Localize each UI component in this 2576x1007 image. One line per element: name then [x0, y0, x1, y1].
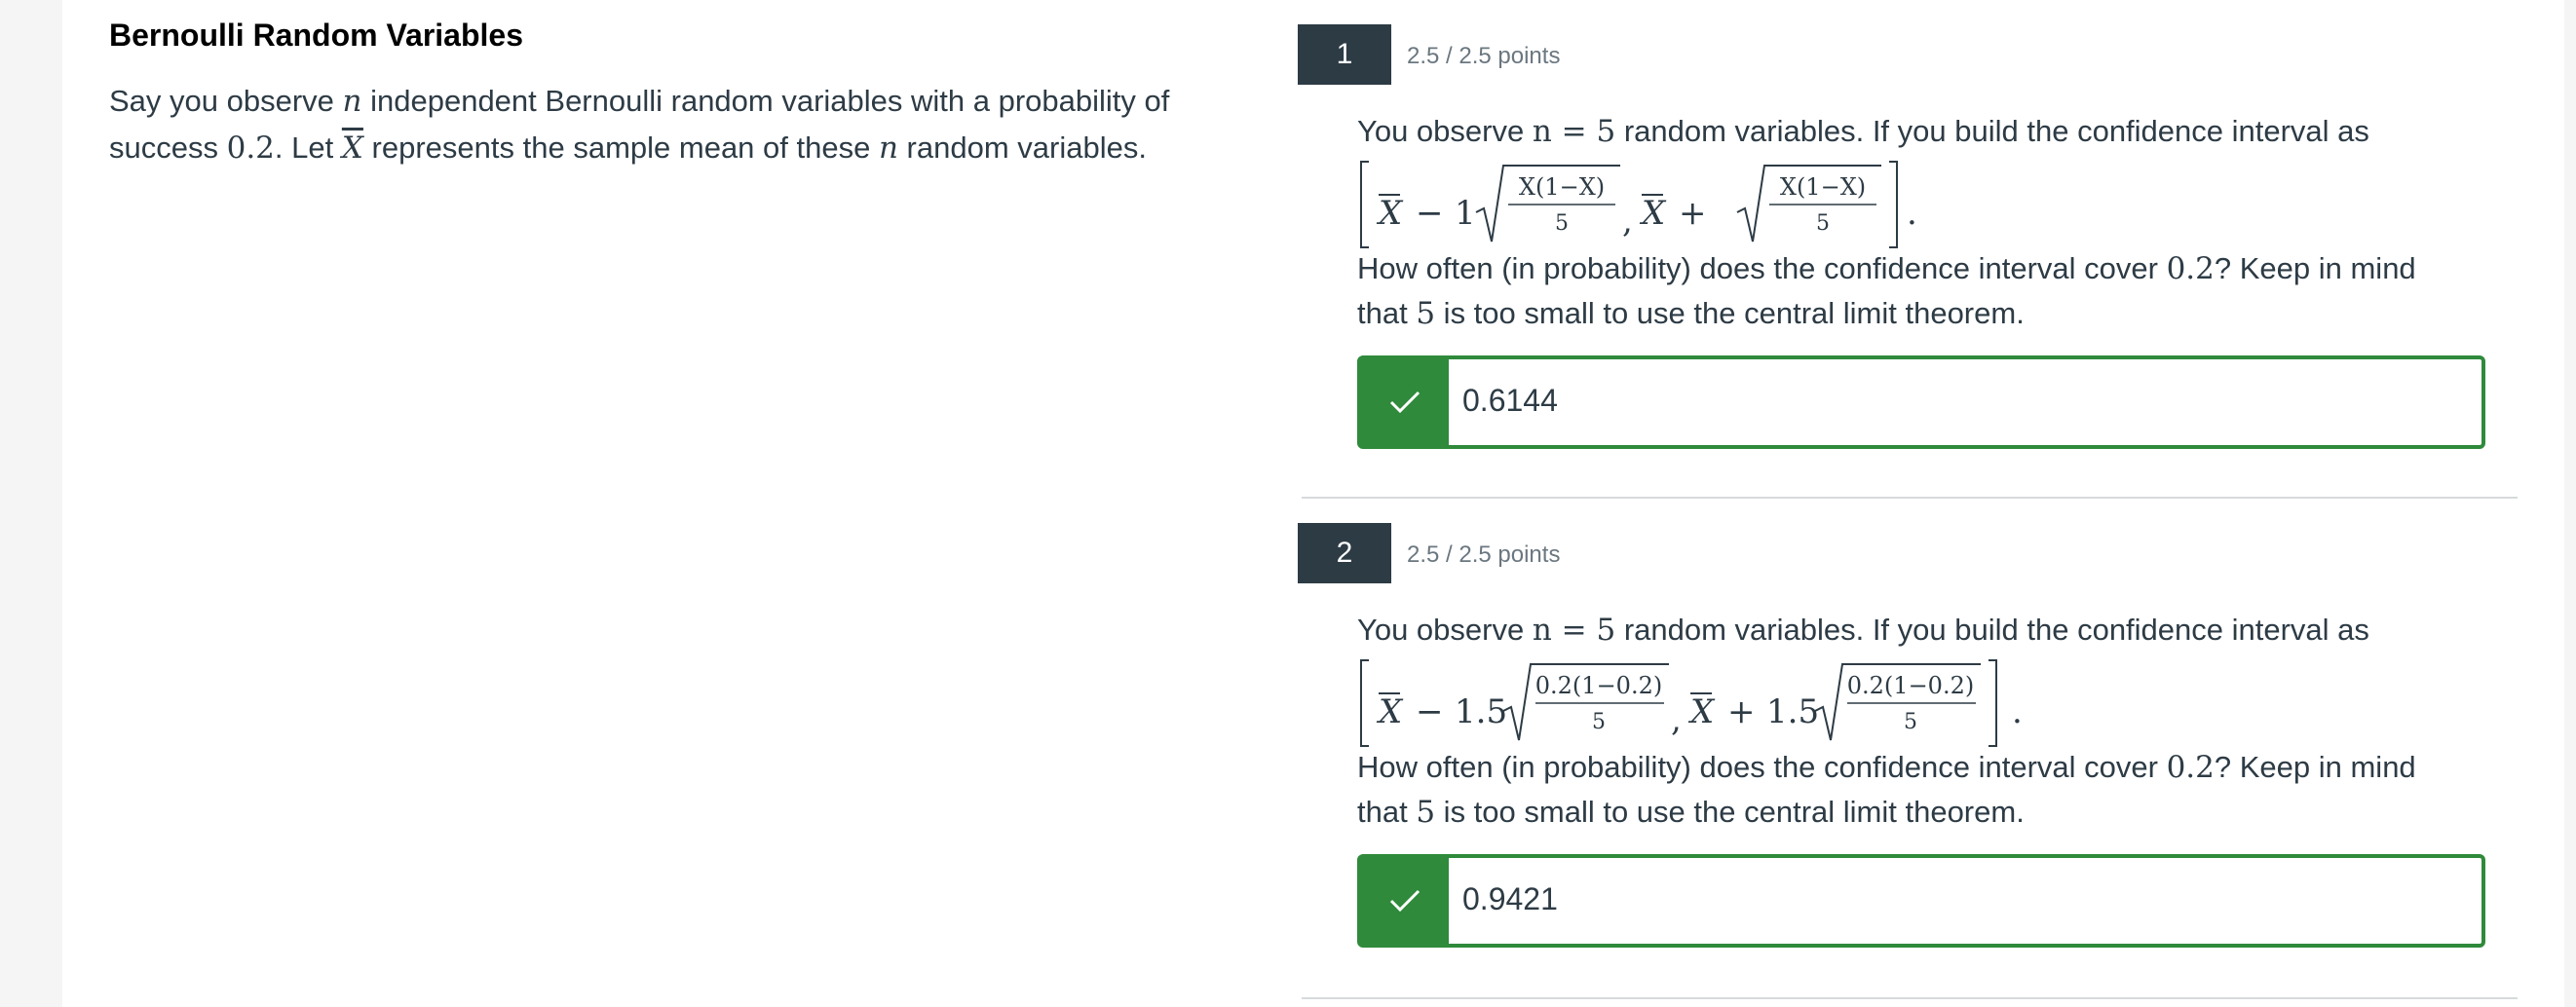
minus-sign: −: [1416, 194, 1444, 233]
question-text-part: How often (in probability) does the conf…: [1357, 750, 2167, 784]
question-text-part: is too small to use the central limit th…: [1435, 795, 2025, 829]
question-text-part: You observe: [1357, 613, 1533, 647]
question-number-badge: 1: [1298, 24, 1391, 85]
answer-value: 0.9421: [1462, 881, 1558, 916]
formula-graphic: X − 1.5 0.2(1−0.2) 5 , X + 1.5 0.2(1−0.2…: [1360, 659, 2023, 747]
question-text-part: random variables. If you build the confi…: [1615, 114, 2369, 148]
comma: ,: [1671, 700, 1682, 739]
xbar-symbol: X: [1687, 692, 1716, 731]
stem-var-n: n: [878, 131, 898, 166]
correct-indicator: [1361, 858, 1449, 944]
right-bracket: [1989, 659, 1997, 747]
formula-graphic: X − 1 X(1−X) 5 , X + X(1−X) 5 .: [1360, 161, 1917, 248]
question-text-part: ? Keep in mind: [2214, 251, 2416, 285]
fraction-numerator-right: 0.2(1−0.2): [1847, 672, 1974, 699]
fraction-numerator-left: X(1−X): [1519, 173, 1605, 201]
comma: ,: [1622, 202, 1633, 241]
period: .: [1907, 194, 1917, 233]
question-math-value: 0.2: [2166, 750, 2215, 785]
question-text: You observe n = 5 random variables. If y…: [1357, 608, 2556, 653]
period: .: [2012, 692, 2023, 731]
fraction-numerator-right: X(1−X): [1780, 173, 1866, 201]
check-icon: [1389, 391, 1421, 414]
answer-field[interactable]: 0.9421: [1357, 854, 2485, 948]
question-stem-panel: Bernoulli Random Variables Say you obser…: [62, 0, 1278, 1007]
fraction-denominator-right: 5: [1904, 710, 1917, 734]
confidence-interval-formula: X − 1 X(1−X) 5 , X + X(1−X) 5 .: [1357, 156, 2234, 253]
stem-value-p: 0.2: [226, 131, 275, 166]
question-math-value: 5: [1416, 296, 1436, 331]
question-number-badge: 2: [1298, 523, 1391, 583]
question-math-n: n = 5: [1532, 613, 1616, 648]
question-points: 2.5 / 2.5 points: [1407, 541, 1561, 568]
question-followup-text: How often (in probability) does the conf…: [1357, 246, 2526, 336]
check-icon: [1389, 889, 1421, 913]
question-text-part: You observe: [1357, 114, 1533, 148]
left-bracket: [1360, 161, 1369, 248]
answer-value: 0.6144: [1462, 383, 1558, 418]
fraction-numerator-left: 0.2(1−0.2): [1535, 672, 1662, 699]
question-points: 2.5 / 2.5 points: [1407, 43, 1561, 69]
question-divider: [1302, 997, 2518, 999]
stem-text-part: random variables.: [897, 131, 1147, 165]
stem-text-part: represents the sample mean of these: [362, 131, 879, 165]
stem-text-part: Say you observe: [109, 84, 343, 118]
left-bracket: [1360, 659, 1369, 747]
xbar-symbol: X: [1376, 194, 1404, 233]
confidence-interval-formula: X − 1.5 0.2(1−0.2) 5 , X + 1.5 0.2(1−0.2…: [1357, 654, 2234, 752]
question-followup-text: How often (in probability) does the conf…: [1357, 745, 2526, 835]
question-divider: [1302, 497, 2518, 499]
stem-text-part: . Let: [274, 131, 342, 165]
coefficient-right: 1.5: [1766, 692, 1819, 731]
question-text-part: is too small to use the central limit th…: [1435, 296, 2025, 330]
question-math-value: 5: [1416, 795, 1436, 830]
question-math-n: n = 5: [1532, 114, 1616, 149]
fraction-denominator-left: 5: [1555, 211, 1569, 236]
fraction-denominator-right: 5: [1816, 211, 1830, 236]
question-text-part: random variables. If you build the confi…: [1615, 613, 2369, 647]
minus-sign: −: [1416, 692, 1444, 731]
question-text-part: that: [1357, 296, 1417, 330]
stem-var-xbar: X: [341, 131, 363, 166]
plus-sign: +: [1727, 692, 1756, 731]
stem-var-n: n: [342, 84, 362, 119]
xbar-symbol: X: [1376, 692, 1404, 731]
correct-indicator: [1361, 359, 1449, 445]
answer-field[interactable]: 0.6144: [1357, 355, 2485, 449]
question-text: You observe n = 5 random variables. If y…: [1357, 109, 2556, 154]
xbar-symbol: X: [1639, 194, 1667, 233]
question-text-part: that: [1357, 795, 1417, 829]
fraction-denominator-left: 5: [1592, 710, 1606, 734]
stem-title: Bernoulli Random Variables: [109, 18, 523, 53]
coefficient-left: 1: [1455, 194, 1476, 233]
plus-sign: +: [1679, 194, 1707, 233]
stem-text: Say you observe n independent Bernoulli …: [109, 78, 1230, 171]
question-text-part: ? Keep in mind: [2214, 750, 2416, 784]
coefficient-left: 1.5: [1455, 692, 1507, 731]
question-text-part: How often (in probability) does the conf…: [1357, 251, 2167, 285]
question-math-value: 0.2: [2166, 251, 2215, 286]
questions-panel: 1 2.5 / 2.5 points You observe n = 5 ran…: [1278, 0, 2564, 1007]
right-bracket: [1889, 161, 1898, 248]
